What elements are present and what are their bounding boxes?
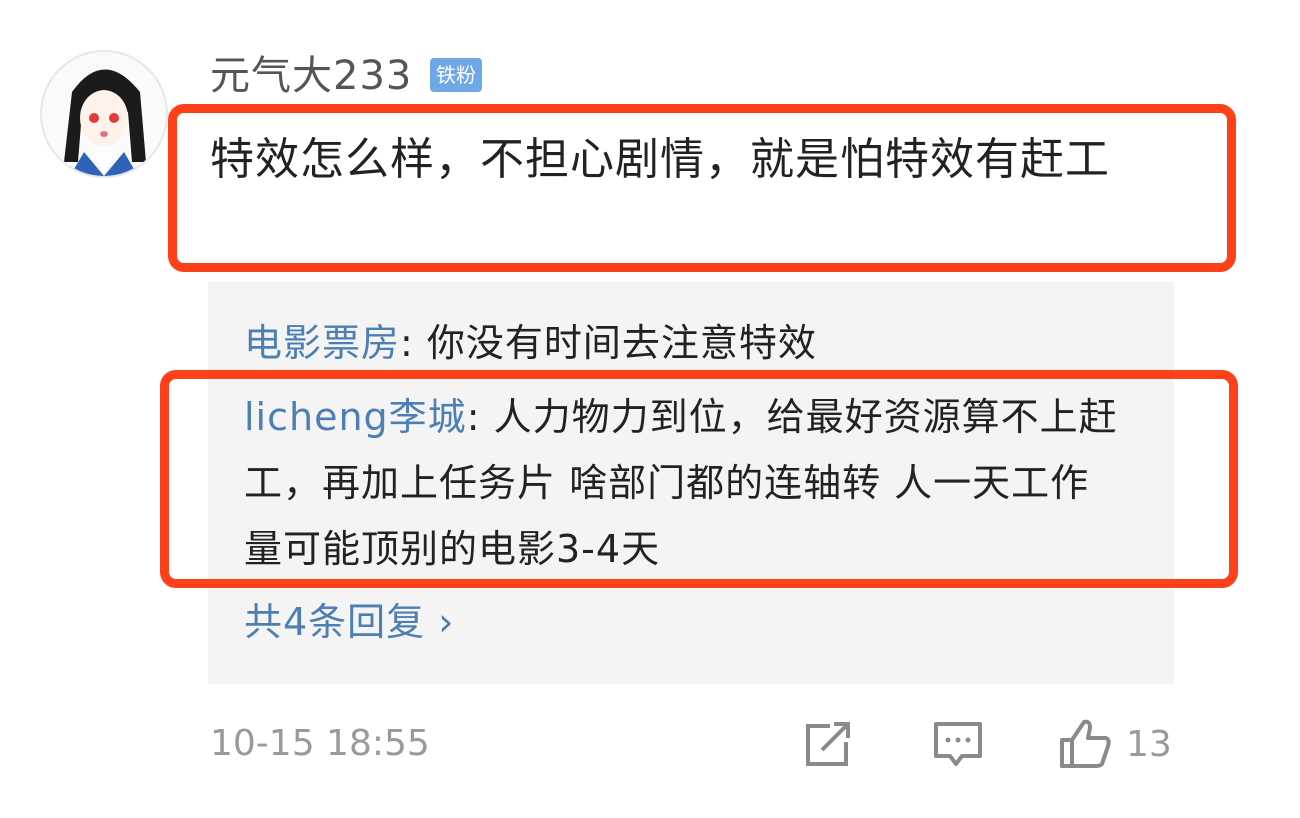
like-count: 13 [1126,723,1172,765]
reply-text: : 你没有时间去注意特效 [400,321,817,365]
avatar[interactable] [40,50,168,178]
replies-panel[interactable]: 电影票房: 你没有时间去注意特效 licheng李城: 人力物力到位，给最好资源… [208,282,1174,684]
share-icon [806,722,850,766]
comment-timestamp: 10-15 18:55 [210,723,430,764]
comment-text: 特效怎么样，不担心剧情，就是怕特效有赶工 [210,134,1110,185]
like-button[interactable]: 13 [1058,716,1172,772]
more-replies-link[interactable]: 共4条回复 › [244,592,454,652]
thumbs-up-icon [1060,719,1111,768]
comment-icon [934,722,982,766]
reply-author[interactable]: licheng李城 [244,395,467,439]
username[interactable]: 元气大233 [210,52,412,100]
reply-author[interactable]: 电影票房 [244,321,400,365]
reply-item[interactable]: 电影票房: 你没有时间去注意特效 [244,310,1124,376]
reply-button[interactable] [930,716,986,772]
anime-girl-avatar-icon [42,52,166,176]
reply-item[interactable]: licheng李城: 人力物力到位，给最好资源算不上赶工，再加上任务片 啥部门都… [244,384,1124,582]
share-button[interactable] [800,716,856,772]
fan-badge: 铁粉 [430,58,482,92]
